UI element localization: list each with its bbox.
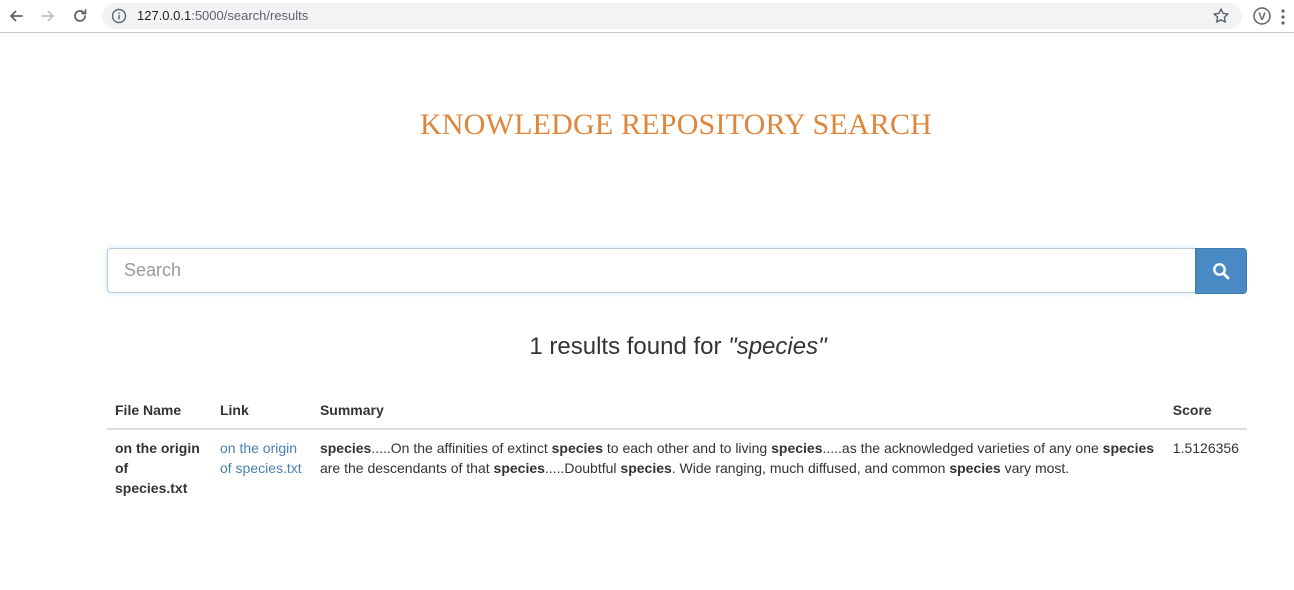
summary-text: .....Doubtful <box>544 460 621 476</box>
results-query: "species" <box>728 333 827 360</box>
summary-text: are the descendants of that <box>319 460 494 476</box>
summary-highlight: species <box>1102 440 1155 456</box>
search-button[interactable] <box>1195 248 1247 294</box>
table-header-row: File Name Link Summary Score <box>107 392 1247 430</box>
header-score: Score <box>1164 392 1247 430</box>
arrow-right-icon <box>41 10 54 22</box>
info-icon[interactable] <box>111 8 127 24</box>
summary-text: . Wide ranging, much diffused, and commo… <box>671 460 950 476</box>
kebab-menu-icon <box>1281 9 1285 25</box>
summary-highlight: species <box>949 460 1001 476</box>
back-button[interactable] <box>4 4 28 28</box>
arrow-left-icon <box>10 10 23 22</box>
extension-letter: V <box>1258 11 1266 23</box>
file-link[interactable]: on the origin of species.txt <box>220 440 302 476</box>
browser-menu-button[interactable] <box>1278 7 1288 27</box>
extension-v-icon: V <box>1253 7 1271 25</box>
url-host: 127.0.0.1 <box>137 8 192 23</box>
summary-highlight: species <box>319 440 372 456</box>
search-input[interactable] <box>107 248 1195 293</box>
summary-highlight: species <box>551 440 603 456</box>
score-cell: 1.5126356 <box>1172 440 1239 456</box>
summary-text: .....as the acknowledged varieties of an… <box>822 440 1103 456</box>
header-summary: Summary <box>311 392 1165 430</box>
results-table: File Name Link Summary Score on the orig… <box>107 392 1247 506</box>
summary-cell: species.....On the affinities of extinct… <box>312 429 1165 506</box>
search-icon <box>1213 263 1230 280</box>
summary-text: to each other and to living <box>603 440 772 456</box>
file-name-cell: on the origin of species.txt <box>115 440 200 496</box>
extension-button[interactable]: V <box>1252 6 1272 26</box>
summary-highlight: species <box>771 440 823 456</box>
address-bar[interactable]: 127.0.0.1:5000/search/results <box>102 3 1242 29</box>
url-text: 127.0.0.1:5000/search/results <box>137 3 308 29</box>
browser-toolbar: 127.0.0.1:5000/search/results V <box>0 0 1294 33</box>
summary-text: vary most. <box>1000 460 1070 476</box>
reload-icon <box>74 9 87 22</box>
link-cell: on the origin of species.txt <box>212 429 312 506</box>
header-link: Link <box>211 392 312 430</box>
page-title: KNOWLEDGE REPOSITORY SEARCH <box>419 108 933 141</box>
bookmark-star-icon[interactable] <box>1212 7 1230 25</box>
table-row: on the origin of species.txt on the orig… <box>107 429 1247 506</box>
summary-highlight: species <box>493 460 545 476</box>
reload-button[interactable] <box>68 4 92 28</box>
results-count-text: 1 results found for <box>529 333 729 360</box>
summary-text: .....On the affinities of extinct <box>371 440 552 456</box>
results-heading: 1 results found for "species" <box>0 333 1294 361</box>
url-path: :5000/search/results <box>191 8 309 23</box>
header-file-name: File Name <box>107 392 212 430</box>
summary-highlight: species <box>620 460 672 476</box>
forward-button[interactable] <box>36 4 60 28</box>
search-form <box>107 248 1247 294</box>
